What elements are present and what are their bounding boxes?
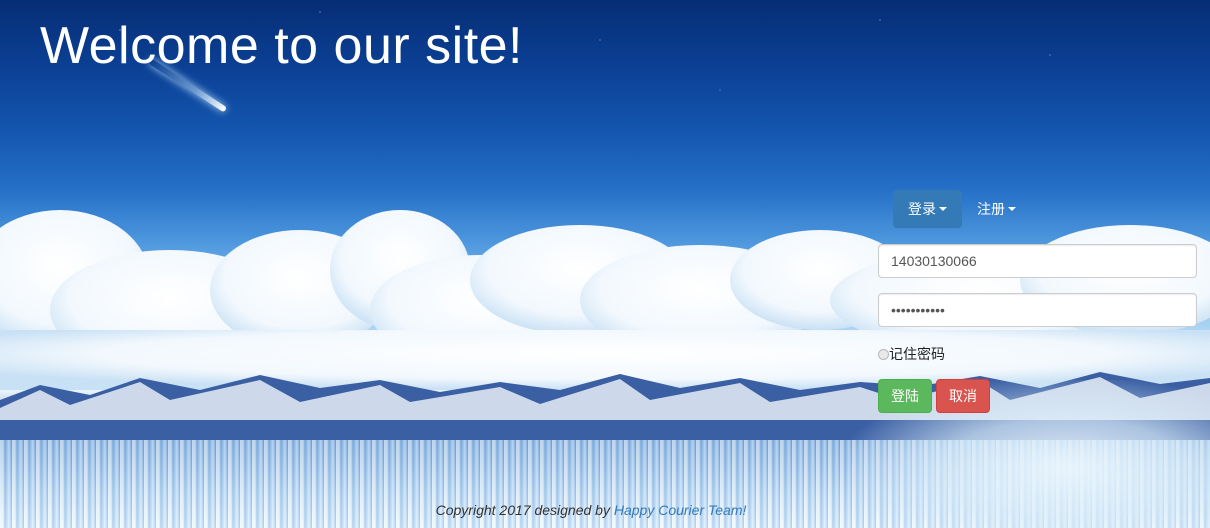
tab-login[interactable]: 登录 bbox=[893, 190, 962, 228]
remember-password-radio[interactable] bbox=[878, 348, 889, 360]
auth-tabs: 登录 注册 bbox=[893, 190, 1198, 228]
caret-down-icon bbox=[939, 207, 947, 211]
remember-password-label: 记住密码 bbox=[889, 347, 945, 363]
login-panel: 登录 注册 记住密码 登陆 取消 bbox=[878, 190, 1198, 413]
footer-team-link[interactable]: Happy Courier Team! bbox=[614, 502, 747, 518]
page-background: Welcome to our site! 登录 注册 记住密码 登陆 取消 Co… bbox=[0, 0, 1210, 528]
page-title: Welcome to our site! bbox=[40, 17, 524, 75]
cancel-button[interactable]: 取消 bbox=[936, 379, 990, 413]
form-actions: 登陆 取消 bbox=[878, 379, 1198, 413]
caret-down-icon bbox=[1008, 207, 1016, 211]
login-button[interactable]: 登陆 bbox=[878, 379, 932, 413]
tab-register[interactable]: 注册 bbox=[962, 190, 1031, 228]
remember-password-row: 记住密码 bbox=[878, 344, 1198, 364]
tab-login-label: 登录 bbox=[908, 202, 936, 218]
password-input[interactable] bbox=[878, 293, 1197, 327]
tab-register-label: 注册 bbox=[977, 202, 1005, 218]
footer: Copyright 2017 designed by Happy Courier… bbox=[0, 502, 1182, 518]
footer-copyright: Copyright 2017 designed by bbox=[435, 502, 610, 518]
username-input[interactable] bbox=[878, 244, 1197, 278]
